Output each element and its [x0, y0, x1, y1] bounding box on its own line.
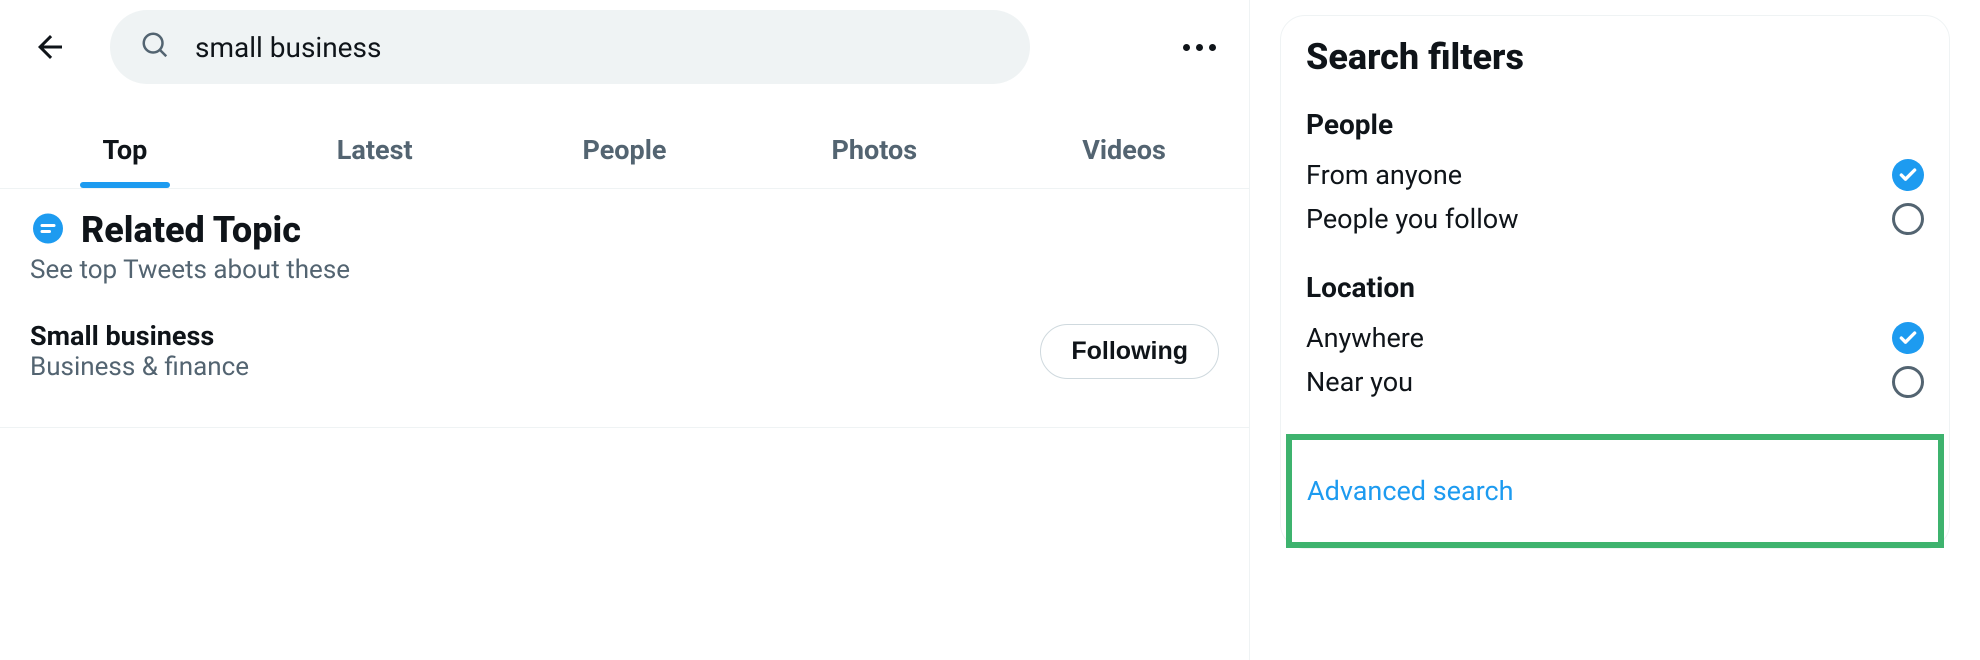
topic-info: Small business Business & finance — [30, 320, 249, 382]
tab-latest[interactable]: Latest — [250, 114, 500, 188]
filter-card: Search filters People From anyone People… — [1280, 15, 1950, 549]
search-icon — [140, 30, 170, 64]
filter-option-anywhere[interactable]: Anywhere — [1306, 316, 1924, 360]
tabs: Top Latest People Photos Videos — [0, 114, 1249, 189]
filter-option-people-you-follow[interactable]: People you follow — [1306, 197, 1924, 241]
sidebar: Search filters People From anyone People… — [1250, 0, 1980, 660]
filter-title: Search filters — [1306, 36, 1924, 78]
topic-icon — [30, 212, 66, 248]
topic-category: Business & finance — [30, 352, 249, 382]
more-icon — [1183, 44, 1190, 51]
radio-checked-icon — [1892, 159, 1924, 191]
filter-group-people: People From anyone People you follow — [1306, 108, 1924, 241]
filter-option-label: Anywhere — [1306, 322, 1424, 354]
filter-option-label: From anyone — [1306, 159, 1462, 191]
filter-location-title: Location — [1306, 271, 1924, 304]
tab-people[interactable]: People — [500, 114, 750, 188]
search-query-text: small business — [195, 31, 381, 64]
related-section: Related Topic See top Tweets about these… — [0, 189, 1249, 428]
filter-option-label: People you follow — [1306, 203, 1518, 235]
following-button[interactable]: Following — [1040, 324, 1219, 379]
radio-unchecked-icon — [1892, 203, 1924, 235]
radio-checked-icon — [1892, 322, 1924, 354]
advanced-search-highlight: Advanced search — [1286, 434, 1944, 548]
filter-option-near-you[interactable]: Near you — [1306, 360, 1924, 404]
tab-top[interactable]: Top — [0, 114, 250, 188]
filter-group-location: Location Anywhere Near you — [1306, 271, 1924, 404]
main-column: small business Top Latest People Photos … — [0, 0, 1250, 660]
tab-photos[interactable]: Photos — [749, 114, 999, 188]
filter-people-title: People — [1306, 108, 1924, 141]
header-row: small business — [0, 0, 1249, 94]
radio-unchecked-icon — [1892, 366, 1924, 398]
tab-videos[interactable]: Videos — [999, 114, 1249, 188]
topic-name: Small business — [30, 320, 249, 352]
search-bar[interactable]: small business — [110, 10, 1030, 84]
arrow-left-icon — [32, 29, 68, 65]
more-button[interactable] — [1169, 17, 1229, 77]
topic-row[interactable]: Small business Business & finance Follow… — [30, 320, 1219, 407]
related-title: Related Topic — [81, 209, 301, 251]
back-button[interactable] — [20, 17, 80, 77]
advanced-search-link[interactable]: Advanced search — [1307, 475, 1514, 507]
filter-option-label: Near you — [1306, 366, 1413, 398]
related-subtitle: See top Tweets about these — [30, 255, 1219, 285]
filter-option-from-anyone[interactable]: From anyone — [1306, 153, 1924, 197]
related-header: Related Topic — [30, 209, 1219, 251]
